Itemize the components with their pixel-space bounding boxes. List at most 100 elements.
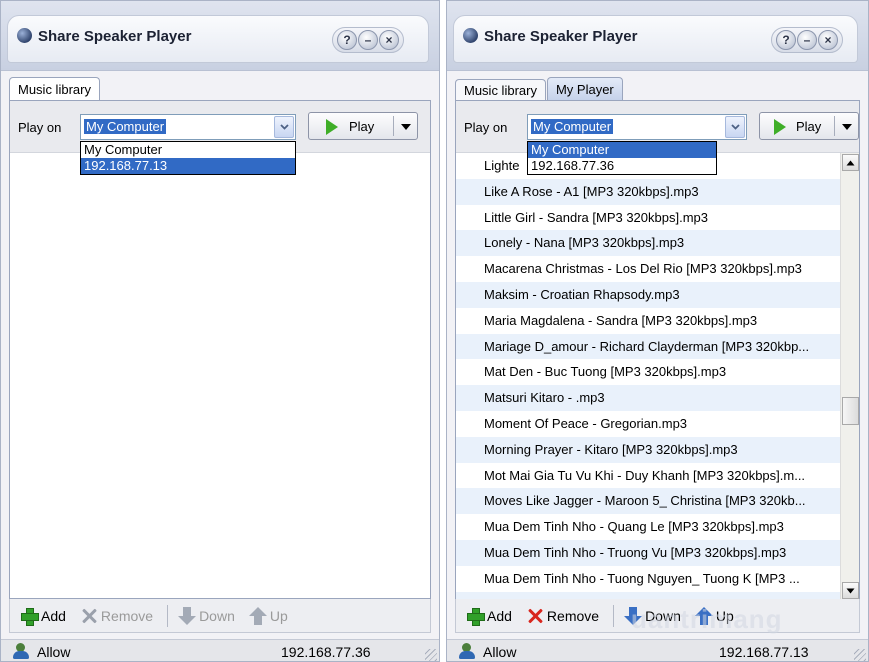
list-toolbar: Add Remove Down Up — [455, 599, 860, 633]
title-bar[interactable]: Share Speaker Player ? – × — [447, 1, 868, 71]
list-item[interactable]: Little Girl - Sandra [MP3 320kbps].mp3 — [456, 205, 842, 231]
my-player-panel: Play on My Computer Play Lightemp3 Like … — [455, 100, 860, 600]
list-item[interactable]: Mua Dem Tinh Nho - Truong Vu [MP3 320kbp… — [456, 539, 842, 566]
play-icon — [774, 119, 786, 135]
list-item[interactable]: Matsuri Kitaro - .mp3 — [456, 385, 842, 411]
arrow-up-icon — [694, 606, 713, 625]
play-split-divider — [834, 116, 835, 136]
close-button[interactable]: × — [818, 30, 838, 50]
play-options-caret-icon[interactable] — [401, 124, 411, 130]
move-up-button[interactable]: Up — [248, 606, 288, 625]
list-item[interactable]: Macarena Christmas - Los Del Rio [MP3 32… — [456, 256, 842, 282]
scroll-down-icon[interactable] — [842, 582, 859, 599]
list-item[interactable]: Mariage D_amour - Richard Clayderman [MP… — [456, 333, 842, 360]
playlist[interactable]: Lightemp3 Like A Rose - A1 [MP3 320kbps]… — [456, 153, 842, 600]
tab-my-player[interactable]: My Player — [546, 77, 623, 101]
toolbar-divider — [613, 604, 615, 627]
add-button[interactable]: Add — [466, 607, 512, 626]
play-on-select[interactable]: My Computer — [527, 114, 747, 140]
window-controls: ? – × — [332, 27, 404, 53]
help-button[interactable]: ? — [337, 30, 357, 50]
chevron-down-icon[interactable] — [725, 116, 745, 138]
left-player-window: Share Speaker Player ? – × Music library… — [0, 0, 440, 662]
status-text: Allow — [483, 644, 517, 660]
move-down-button[interactable]: Down — [624, 606, 681, 625]
right-player-window: Share Speaker Player ? – × Music library… — [446, 0, 869, 662]
remove-button[interactable]: Remove — [526, 607, 599, 625]
playlist-scrollbar[interactable] — [840, 153, 859, 600]
play-on-label: Play on — [464, 120, 508, 135]
resize-grip-icon[interactable] — [854, 649, 866, 661]
list-toolbar: Add Remove Down Up — [9, 599, 431, 633]
move-down-button[interactable]: Down — [178, 606, 235, 625]
play-on-value: My Computer — [84, 119, 167, 134]
app-logo-icon — [463, 28, 478, 43]
window-controls: ? – × — [771, 27, 843, 53]
users-icon — [459, 643, 477, 659]
arrow-down-icon — [624, 606, 643, 625]
scrollbar-thumb[interactable] — [842, 397, 859, 425]
title-bar[interactable]: Share Speaker Player ? – × — [1, 1, 439, 71]
play-on-dropdown-list: My Computer 192.168.77.36 — [527, 141, 717, 175]
list-item[interactable]: Maksim - Croatian Rhapsody.mp3 — [456, 281, 842, 308]
dropdown-option-selected[interactable]: My Computer — [528, 142, 716, 158]
list-item[interactable]: Lonely - Nana [MP3 320kbps].mp3 — [456, 230, 842, 257]
status-ip-address: 192.168.77.36 — [281, 644, 371, 660]
play-button-label: Play — [349, 119, 375, 134]
list-item[interactable]: Mua Dem Tinh Nho - Tuong Nguyen_ Tuong K… — [456, 566, 842, 592]
list-item[interactable]: Like A Rose - A1 [MP3 320kbps].mp3 — [456, 178, 842, 205]
arrow-up-icon — [248, 606, 267, 625]
play-on-value: My Computer — [531, 119, 614, 134]
list-item[interactable]: Mua Dem Tinh Nho - Quang Le [MP3 320kbps… — [456, 514, 842, 540]
list-item[interactable]: Morning Prayer - Kitaro [MP3 320kbps].mp… — [456, 436, 842, 463]
list-item[interactable]: Maria Magdalena - Sandra [MP3 320kbps].m… — [456, 308, 842, 334]
toolbar-divider — [167, 604, 169, 627]
window-title: Share Speaker Player — [484, 28, 638, 45]
play-button-label: Play — [796, 119, 822, 134]
play-button[interactable]: Play — [308, 112, 418, 140]
status-ip-address: 192.168.77.13 — [719, 644, 809, 660]
play-split-divider — [393, 116, 394, 136]
title-card: Share Speaker Player ? – × — [453, 15, 858, 63]
status-bar: Allow 192.168.77.36 — [1, 639, 439, 661]
help-button[interactable]: ? — [776, 30, 796, 50]
remove-icon — [526, 607, 544, 625]
scroll-up-icon[interactable] — [842, 154, 859, 171]
tab-music-library[interactable]: Music library — [9, 77, 100, 101]
play-options-caret-icon[interactable] — [842, 124, 852, 130]
list-item[interactable]: Moment Of Peace - Gregorian.mp3 — [456, 411, 842, 437]
dropdown-option[interactable]: 192.168.77.36 — [528, 158, 716, 174]
add-icon — [20, 607, 39, 626]
app-logo-icon — [17, 28, 32, 43]
status-text: Allow — [37, 644, 71, 660]
close-button[interactable]: × — [379, 30, 399, 50]
music-library-panel: Play on My Computer Play My Computer 192… — [9, 100, 431, 599]
play-on-label: Play on — [18, 120, 62, 135]
arrow-down-icon — [178, 606, 197, 625]
tab-strip: Music library My Player — [455, 77, 624, 101]
list-item[interactable]: Mat Den - Buc Tuong [MP3 320kbps].mp3 — [456, 359, 842, 385]
dropdown-option[interactable]: My Computer — [81, 142, 295, 158]
chevron-down-icon[interactable] — [274, 116, 294, 138]
remove-icon — [80, 607, 98, 625]
play-on-dropdown-list: My Computer 192.168.77.13 — [80, 141, 296, 175]
play-button[interactable]: Play — [759, 112, 859, 140]
play-icon — [326, 119, 338, 135]
add-button[interactable]: Add — [20, 607, 66, 626]
add-icon — [466, 607, 485, 626]
minimize-button[interactable]: – — [797, 30, 817, 50]
move-up-button[interactable]: Up — [694, 606, 734, 625]
tab-strip: Music library — [9, 77, 101, 101]
title-card: Share Speaker Player ? – × — [7, 15, 429, 63]
play-on-select[interactable]: My Computer — [80, 114, 296, 140]
window-title: Share Speaker Player — [38, 28, 192, 45]
minimize-button[interactable]: – — [358, 30, 378, 50]
list-item[interactable]: Mot Mai Gia Tu Vu Khi - Duy Khanh [MP3 3… — [456, 463, 842, 489]
resize-grip-icon[interactable] — [425, 649, 437, 661]
tab-music-library[interactable]: Music library — [455, 79, 546, 101]
dropdown-option-selected[interactable]: 192.168.77.13 — [81, 158, 295, 174]
status-bar: Allow 192.168.77.13 — [447, 639, 868, 661]
remove-button[interactable]: Remove — [80, 607, 153, 625]
users-icon — [13, 643, 31, 659]
list-item[interactable]: Moves Like Jagger - Maroon 5_ Christina … — [456, 488, 842, 515]
